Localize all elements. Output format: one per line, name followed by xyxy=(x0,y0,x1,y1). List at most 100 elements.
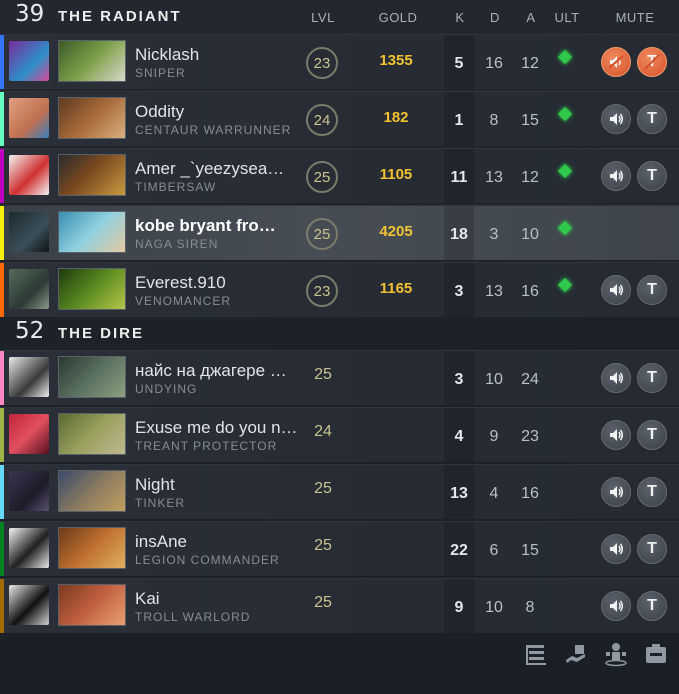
speaker-icon xyxy=(608,484,624,500)
speaker-icon xyxy=(608,168,624,184)
player-kills: 5 xyxy=(454,55,464,72)
mute-voice-button[interactable] xyxy=(601,420,631,450)
radiant-score: 39 xyxy=(15,1,45,27)
player-avatar[interactable] xyxy=(9,528,49,568)
col-level: LVL xyxy=(311,10,335,25)
text-chat-icon: T xyxy=(647,369,657,386)
player-deaths: 13 xyxy=(485,169,503,186)
player-color-bar xyxy=(0,351,4,405)
mute-text-button[interactable]: T xyxy=(637,363,667,393)
player-name: Exuse me do you n… xyxy=(135,418,298,437)
mute-voice-button[interactable] xyxy=(601,161,631,191)
player-avatar[interactable] xyxy=(9,414,49,454)
hero-portrait[interactable] xyxy=(58,584,126,626)
player-row[interactable]: kobe bryant fro… NAGA SIREN 25 4205 18 3 10 xyxy=(0,205,679,260)
mute-text-button[interactable]: T xyxy=(637,534,667,564)
scoreboard-list-icon[interactable] xyxy=(523,641,549,667)
player-level: 23 xyxy=(306,47,338,79)
player-row[interactable]: Kai TROLL WARLORD 25 9 10 8 T xyxy=(0,578,679,633)
player-color-bar xyxy=(0,35,4,89)
player-avatar[interactable] xyxy=(9,155,49,195)
player-assists: 15 xyxy=(521,542,539,559)
player-avatar[interactable] xyxy=(9,212,49,252)
player-avatar[interactable] xyxy=(9,357,49,397)
mute-voice-button[interactable] xyxy=(601,104,631,134)
player-color-bar xyxy=(0,149,4,203)
player-kills: 3 xyxy=(454,371,464,388)
hero-portrait[interactable] xyxy=(58,211,126,253)
mute-text-button[interactable]: T xyxy=(637,591,667,621)
hero-name: LEGION COMMANDER xyxy=(135,553,280,567)
mute-text-button[interactable]: T xyxy=(637,161,667,191)
player-row[interactable]: Night TINKER 25 13 4 16 T xyxy=(0,464,679,519)
share-unit-icon[interactable] xyxy=(563,641,589,667)
player-row[interactable]: Everest.910 VENOMANCER 23 1165 3 13 16 T xyxy=(0,262,679,317)
mute-text-button[interactable]: T xyxy=(637,275,667,305)
player-deaths: 9 xyxy=(489,428,499,445)
ult-ready-icon xyxy=(557,220,573,236)
hero-name: CENTAUR WARRUNNER xyxy=(135,123,292,137)
player-gold: 182 xyxy=(383,109,409,126)
player-assists: 8 xyxy=(525,599,535,616)
player-row[interactable]: Oddity CENTAUR WARRUNNER 24 182 1 8 15 T xyxy=(0,91,679,146)
mute-text-button[interactable]: T xyxy=(637,47,667,77)
player-assists: 12 xyxy=(521,169,539,186)
mute-text-button[interactable]: T xyxy=(637,420,667,450)
player-assists: 10 xyxy=(521,226,539,243)
player-deaths: 13 xyxy=(485,283,503,300)
player-kills: 9 xyxy=(454,599,464,616)
share-hero-icon[interactable] xyxy=(603,641,629,667)
hero-portrait[interactable] xyxy=(58,268,126,310)
player-row[interactable]: Nicklash SNIPER 23 1355 5 16 12 T xyxy=(0,34,679,89)
player-gold: 1165 xyxy=(379,280,413,297)
hero-portrait[interactable] xyxy=(58,154,126,196)
player-row[interactable]: insAne LEGION COMMANDER 25 22 6 15 T xyxy=(0,521,679,576)
col-assists: A xyxy=(526,10,536,25)
player-avatar[interactable] xyxy=(9,41,49,81)
player-assists: 23 xyxy=(521,428,539,445)
player-assists: 16 xyxy=(521,283,539,300)
player-avatar[interactable] xyxy=(9,98,49,138)
speaker-icon xyxy=(608,111,624,127)
player-avatar[interactable] xyxy=(9,471,49,511)
player-level: 25 xyxy=(306,161,338,193)
mute-text-button[interactable]: T xyxy=(637,477,667,507)
hero-portrait[interactable] xyxy=(58,40,126,82)
hero-portrait[interactable] xyxy=(58,356,126,398)
text-chat-icon: T xyxy=(647,597,657,614)
col-gold: GOLD xyxy=(378,10,418,25)
player-name: Kai xyxy=(135,589,160,608)
ult-ready-icon xyxy=(557,106,573,122)
mute-voice-button[interactable] xyxy=(601,534,631,564)
mute-text-button[interactable]: T xyxy=(637,104,667,134)
player-assists: 15 xyxy=(521,112,539,129)
player-avatar[interactable] xyxy=(9,269,49,309)
player-kills: 18 xyxy=(450,226,468,243)
hero-name: TINKER xyxy=(135,496,186,510)
player-name: insAne xyxy=(135,532,187,551)
col-deaths: D xyxy=(490,10,500,25)
mute-voice-button[interactable] xyxy=(601,363,631,393)
col-ult: ULT xyxy=(554,10,580,25)
scoreboard-panel: 39 THE RADIANT LVL GOLD K D A ULT MUTE N… xyxy=(0,0,679,694)
col-kills: K xyxy=(455,10,465,25)
hero-name: TIMBERSAW xyxy=(135,180,217,194)
mute-voice-button[interactable] xyxy=(601,47,631,77)
player-color-bar xyxy=(0,522,4,576)
mute-voice-button[interactable] xyxy=(601,477,631,507)
player-level: 25 xyxy=(314,537,332,554)
player-row[interactable]: найс на джагере … UNDYING 25 3 10 24 T xyxy=(0,350,679,405)
player-row[interactable]: Amer _`yeezysea… TIMBERSAW 25 1105 11 13 12 T xyxy=(0,148,679,203)
hero-portrait[interactable] xyxy=(58,97,126,139)
player-gold: 4205 xyxy=(379,223,413,240)
hero-portrait[interactable] xyxy=(58,527,126,569)
player-assists: 24 xyxy=(521,371,539,388)
player-avatar[interactable] xyxy=(9,585,49,625)
hero-portrait[interactable] xyxy=(58,413,126,455)
player-row[interactable]: Exuse me do you n… TREANT PROTECTOR 24 4 9 23… xyxy=(0,407,679,462)
player-deaths: 3 xyxy=(489,226,499,243)
mute-voice-button[interactable] xyxy=(601,591,631,621)
hero-portrait[interactable] xyxy=(58,470,126,512)
mute-voice-button[interactable] xyxy=(601,275,631,305)
disable-help-icon[interactable] xyxy=(643,641,669,667)
